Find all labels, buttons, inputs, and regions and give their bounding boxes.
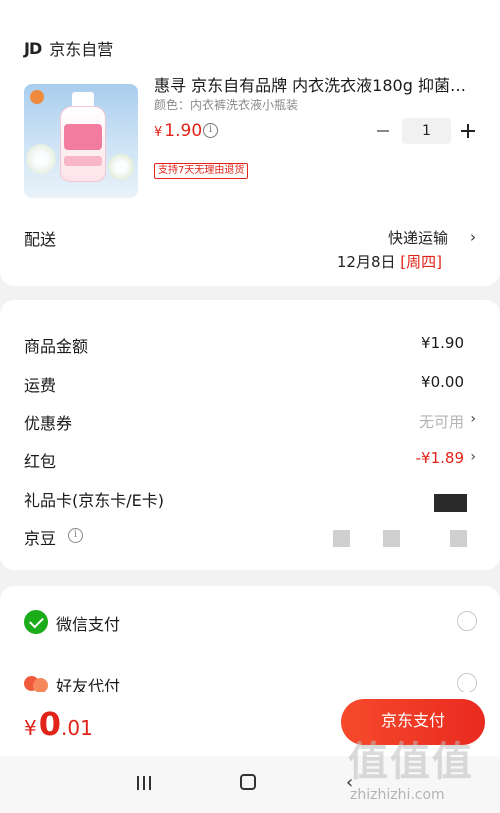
jingdou-redacted [383, 530, 400, 547]
quantity-minus-button[interactable] [377, 130, 389, 132]
brand-badge-icon [30, 90, 44, 104]
wechat-pay-icon [24, 610, 48, 634]
delivery-label: 配送 [24, 230, 57, 249]
gift-card-redacted [434, 494, 467, 512]
friend-pay-icon [24, 672, 48, 694]
gift-card-row[interactable]: 礼品卡(京东卡/E卡) [24, 487, 476, 511]
jd-logo: JD [24, 38, 42, 58]
delivery-method[interactable]: 快递运输 [388, 227, 448, 248]
goods-amount-label: 商品金额 [24, 337, 89, 356]
shipping-label: 运费 [24, 376, 57, 395]
shop-header[interactable]: JD 京东自营 [24, 36, 113, 60]
return-policy-badge: 支持7天无理由退货 [154, 163, 249, 179]
coupon-row[interactable]: 优惠券 无可用 › [24, 410, 476, 434]
wechat-pay-label[interactable]: 微信支付 [56, 611, 120, 635]
product-thumbnail[interactable] [24, 84, 138, 198]
chevron-right-icon: › [470, 449, 476, 465]
bottle-label [64, 124, 102, 150]
flower-decoration [108, 154, 134, 180]
total-integer: 0 [38, 705, 61, 743]
jingdou-info-icon[interactable]: i [68, 528, 83, 543]
flower-decoration [26, 144, 56, 174]
shipping-row: 运费 ¥0.00 [24, 372, 476, 396]
price-value: 1.90 [164, 121, 203, 141]
product-price: ¥ 1.90 [154, 121, 202, 141]
delivery-weekday: [周四] [400, 253, 442, 271]
home-icon[interactable] [240, 774, 256, 790]
product-title[interactable]: 惠寻 京东自有品牌 内衣洗衣液180g 抑菌… [154, 72, 476, 96]
wechat-pay-radio[interactable] [457, 611, 477, 631]
total-decimal: .01 [61, 716, 93, 740]
friend-pay-radio[interactable] [457, 673, 477, 693]
friend-pay-icon-part [33, 678, 48, 693]
coupon-value: 无可用 [418, 413, 464, 431]
shop-name: 京东自营 [49, 40, 114, 59]
watermark-url: zhizhizhi.com [350, 787, 445, 803]
quantity-input[interactable]: 1 [402, 118, 451, 144]
red-packet-row[interactable]: 红包 -¥1.89 › [24, 448, 476, 472]
jingdou-label: 京豆 [24, 529, 57, 548]
goods-amount-row: 商品金额 ¥1.90 [24, 333, 476, 357]
shipping-value: ¥0.00 [421, 373, 464, 391]
price-info-icon[interactable]: i [203, 123, 218, 138]
total-currency: ¥ [24, 716, 37, 740]
delivery-date[interactable]: 12月8日 [周四] [337, 251, 442, 272]
watermark: 值值值 [348, 739, 474, 785]
coupon-label: 优惠券 [24, 414, 73, 433]
quantity-plus-button[interactable] [461, 124, 475, 138]
red-packet-label: 红包 [24, 452, 57, 471]
red-packet-value: -¥1.89 [415, 449, 464, 467]
jingdou-redacted [333, 530, 350, 547]
chevron-right-icon[interactable]: › [470, 228, 476, 246]
gift-card-label: 礼品卡(京东卡/E卡) [24, 491, 164, 510]
total-amount: ¥ 0 .01 [24, 705, 93, 743]
chevron-right-icon: › [470, 411, 476, 427]
goods-amount-value: ¥1.90 [421, 334, 464, 352]
delivery-date-day: 12月8日 [336, 253, 396, 271]
price-currency: ¥ [154, 125, 163, 140]
jingdou-row[interactable]: 京豆 i [24, 525, 476, 549]
product-spec: 颜色：内衣裤洗衣液小瓶装 [154, 98, 299, 112]
bottle-band [64, 156, 102, 166]
jingdou-redacted [450, 530, 467, 547]
recent-apps-icon[interactable] [137, 776, 153, 790]
